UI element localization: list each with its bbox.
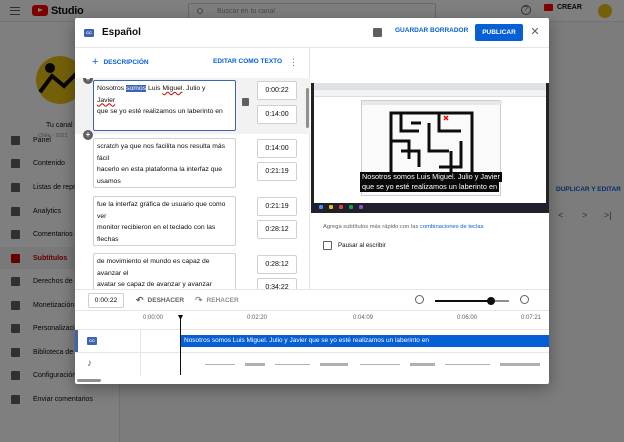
selected-text: somos: [126, 85, 147, 92]
undo-button[interactable]: ↶ DESHACER: [136, 295, 185, 305]
segment-end-time[interactable]: 0:14:00: [257, 105, 297, 124]
pause-label: Pausar al escribir: [338, 242, 386, 249]
segment-text: scratch ya que nos facilita nos resulta …: [97, 143, 226, 162]
subtitle-track-header: CC: [75, 330, 141, 353]
video-caption-line: que se yo esté realizamos un laberinto e…: [360, 182, 500, 192]
redo-icon: ↷: [195, 295, 203, 305]
segment-text-input[interactable]: fue la interfaz gráfica de usuario que c…: [93, 196, 236, 246]
ruler-tick-label: 0:02:20: [247, 315, 268, 321]
segment-text: fue la interfaz gráfica de usuario que c…: [97, 201, 226, 220]
insert-segment-icon[interactable]: +: [83, 130, 93, 140]
app-icon: [349, 205, 353, 209]
folder-icon: [329, 205, 333, 209]
video-player[interactable]: Nosotros somos Luis Miguel. Julio y Javi…: [311, 83, 549, 213]
add-description-label: DESCRIPCIÓN: [103, 58, 149, 66]
app-icon: [359, 205, 363, 209]
segment-text: avatar se capaz de avanzar y avanzar: [97, 281, 212, 288]
browser-tabs: [314, 83, 546, 90]
segment-text-input[interactable]: Nosotros somos Luis Miguel. Julio y Javi…: [93, 80, 236, 131]
closed-captions-icon: CC: [84, 28, 94, 37]
redo-button[interactable]: ↷ REHACER: [195, 295, 239, 305]
video-taskbar: [311, 203, 549, 211]
video-frame: Nosotros somos Luis Miguel. Julio y Javi…: [314, 83, 546, 203]
ruler-tick-label: 0:07:21: [521, 315, 542, 321]
publish-button[interactable]: PUBLICAR: [475, 24, 523, 41]
segment-start-time[interactable]: 0:14:00: [257, 139, 297, 158]
more-vert-icon[interactable]: ⋮: [289, 57, 298, 68]
delete-icon[interactable]: [242, 98, 249, 106]
spell-error-text: Javier: [97, 96, 116, 104]
segment-start-time[interactable]: 0:00:22: [257, 81, 297, 100]
spell-error-text: Miguel: [162, 85, 183, 92]
segment-start-time[interactable]: 0:28:12: [257, 255, 297, 274]
segment-list: + Nosotros somos Luis Miguel. Julio y Ja…: [75, 78, 310, 289]
segment-text: Luis: [146, 85, 163, 92]
ruler-tick-label: 0:00:00: [143, 315, 164, 321]
video-caption-line: Nosotros somos Luis Miguel. Julio y Javi…: [360, 172, 502, 182]
redo-label: REHACER: [206, 296, 239, 304]
shortcut-hint: Agrega subtítulos más rápido con las com…: [323, 224, 483, 230]
dialog-header: CC Español GUARDAR BORRADOR PUBLICAR ✕: [75, 18, 549, 48]
edit-as-text-button[interactable]: EDITAR COMO TEXTO: [213, 58, 282, 65]
zoom-in-icon[interactable]: [520, 295, 529, 304]
subtitle-editor-dialog: CC Español GUARDAR BORRADOR PUBLICAR ✕ +…: [75, 18, 549, 384]
zoom-out-icon[interactable]: [415, 295, 424, 304]
checkbox-icon[interactable]: [323, 241, 332, 250]
playhead[interactable]: [180, 315, 181, 375]
segment-list-scrollbar[interactable]: [306, 88, 309, 128]
segment-text-input[interactable]: de movimiento el mundo es capaz de avanz…: [93, 253, 236, 289]
audio-track-header: ♪: [75, 353, 141, 376]
undo-icon: ↶: [136, 295, 144, 305]
segment-text: . Julio y: [182, 85, 206, 92]
subtitle-editor-panel: + DESCRIPCIÓN EDITAR COMO TEXTO ⋮ + Noso…: [75, 48, 310, 289]
segment-text: que se yo esté realizamos un laberinto e…: [97, 108, 223, 115]
report-feedback-icon[interactable]: [373, 28, 382, 37]
audio-waveform: [205, 363, 540, 366]
segment-text: Nosotros: [97, 85, 127, 92]
undo-label: DESHACER: [147, 296, 185, 304]
dialog-title: Español: [102, 27, 141, 38]
pause-while-typing-checkbox[interactable]: Pausar al escribir: [323, 241, 386, 250]
chrome-icon: [339, 205, 343, 209]
timeline-ruler: 0:00:00 0:02:20 0:04:09 0:06:00 0:07:21: [141, 311, 549, 329]
add-description-button[interactable]: + DESCRIPCIÓN: [92, 56, 149, 68]
segment-end-time[interactable]: 0:28:12: [257, 220, 297, 239]
segment-start-time[interactable]: 0:21:19: [257, 197, 297, 216]
timeline-scrollbar[interactable]: [77, 379, 101, 382]
segment-end-time[interactable]: 0:34:22: [257, 278, 297, 289]
segment-text: hacerlo en esta plataforma la interfaz q…: [97, 166, 223, 185]
editor-toolbar: + DESCRIPCIÓN EDITAR COMO TEXTO ⋮: [75, 48, 309, 78]
timeline-toolbar: 0:00:22 ↶ DESHACER ↷ REHACER: [75, 289, 549, 311]
segment-text: monitor recibieron en el teclado con las…: [97, 224, 216, 243]
scratch-window-bar: [362, 101, 502, 105]
ruler-tick-label: 0:04:09: [353, 315, 374, 321]
maze-image: [389, 111, 474, 179]
closed-captions-icon: CC: [87, 337, 97, 345]
save-draft-button[interactable]: GUARDAR BORRADOR: [395, 27, 468, 34]
keyboard-shortcuts-link[interactable]: combinaciones de teclas: [420, 224, 483, 230]
subtitle-track: CC Nosotros somos Luis Miguel. Julio y J…: [75, 329, 549, 353]
current-time-field[interactable]: 0:00:22: [88, 293, 124, 308]
subtitle-block[interactable]: Nosotros somos Luis Miguel. Julio y Javi…: [181, 335, 549, 347]
zoom-slider-thumb[interactable]: [487, 297, 495, 305]
close-icon[interactable]: ✕: [527, 23, 543, 41]
video-preview-panel: Nosotros somos Luis Miguel. Julio y Javi…: [311, 48, 549, 289]
zoom-slider[interactable]: [435, 297, 509, 305]
segment-end-time[interactable]: 0:21:19: [257, 162, 297, 181]
plus-icon: +: [92, 56, 99, 68]
audio-track: ♪: [75, 352, 549, 376]
hint-text: Agrega subtítulos más rápido con las: [323, 224, 420, 230]
segment-text-input[interactable]: scratch ya que nos facilita nos resulta …: [93, 138, 236, 188]
ruler-tick-label: 0:06:00: [457, 315, 478, 321]
zoom-slider-fill: [435, 300, 491, 302]
music-note-icon: ♪: [87, 358, 92, 369]
browser-address-bar: [314, 90, 546, 97]
windows-icon: [319, 205, 323, 209]
segment-text: de movimiento el mundo es capaz de avanz…: [97, 258, 210, 277]
